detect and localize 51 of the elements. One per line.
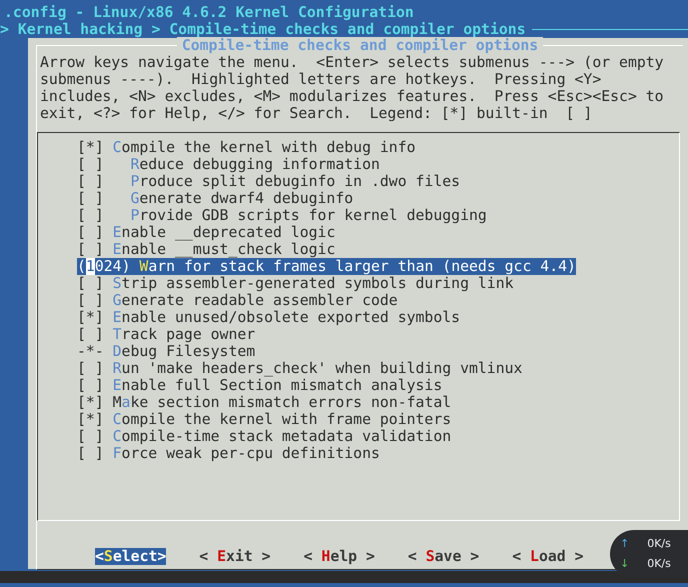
option-marker[interactable]: [ ] (77, 224, 104, 241)
upload-arrow-icon: ↑ (620, 534, 630, 554)
menu-item[interactable]: Enable full Section mismatch analysis (112, 377, 442, 394)
upload-speed: 0K/s (647, 536, 671, 552)
menu-button[interactable]: < Help > (304, 548, 375, 565)
menu-item[interactable]: Strip assembler-generated symbols during link (112, 275, 514, 292)
menu-button[interactable]: <Select> (95, 548, 166, 565)
option-marker[interactable]: [ ] (77, 360, 104, 377)
option-marker[interactable]: [ ] (77, 207, 104, 224)
breadcrumb: > Kernel hacking > Compile-time checks and compiler options (0, 21, 526, 38)
menu-item[interactable]: Compile-time stack metadata validation (112, 428, 452, 445)
menu-button[interactable]: < Save > (408, 548, 480, 565)
help-text: Arrow keys navigate the menu. <Enter> selects submenus ---> (or empty submenus ----). Highlighted letters are hotkeys. Pressing <Y> includes, <N> excludes, <M> modularizes features. Press <Esc><Esc> to exit, <?> for Help, </> for Search. Legend: [*] built-in [ ] (40, 54, 664, 122)
menu-button[interactable]: < Load > (512, 548, 584, 565)
option-marker[interactable]: [ ] (77, 377, 104, 394)
option-marker[interactable]: [ ] (77, 428, 104, 445)
menu-item[interactable]: Enable __deprecated logic (112, 224, 336, 241)
option-marker[interactable]: [ ] (77, 326, 104, 343)
option-marker[interactable]: [ ] (77, 275, 104, 292)
download-speed: 0K/s (647, 556, 671, 572)
window-title: .config - Linux/x86 4.6.2 Kernel Configuration (3, 3, 415, 21)
menu-item[interactable]: Force weak per-cpu definitions (112, 445, 380, 462)
option-marker[interactable]: [*] (77, 394, 104, 411)
menu-item[interactable]: Debug Filesystem (112, 343, 256, 360)
option-marker[interactable]: [ ] (77, 173, 104, 190)
option-marker[interactable]: [ ] (77, 190, 104, 207)
option-marker[interactable]: [ ] (77, 156, 104, 173)
menu-item[interactable]: Track page owner (112, 326, 256, 343)
option-marker[interactable]: [ ] (77, 445, 104, 462)
menu-item[interactable]: Compile the kernel with frame pointers (112, 411, 452, 428)
menu-item[interactable]: Warn for stack frames larger than (needs gcc 4.4) (139, 258, 576, 275)
option-marker[interactable]: [*] (77, 309, 104, 326)
menu-item[interactable]: Enable unused/obsolete exported symbols (112, 309, 460, 326)
option-marker[interactable]: [*] (77, 139, 104, 156)
option-marker[interactable]: [ ] (77, 241, 104, 258)
download-arrow-icon: ↓ (620, 554, 630, 574)
menu-item[interactable]: Reduce debugging information (130, 156, 380, 173)
option-marker[interactable]: -*- (77, 343, 104, 360)
menu-item[interactable]: P rovide GDB scripts for kernel debugging (130, 207, 487, 224)
menu-item[interactable]: Generate dwarf4 debuginfo (130, 190, 354, 207)
option-marker[interactable]: [ ] (77, 292, 104, 309)
dialog-title: Compile-time checks and compiler options (176, 37, 544, 54)
menu-item[interactable]: Make section mismatch errors non-fatal (112, 394, 452, 411)
menu-item[interactable]: Generate readable assembler code (112, 292, 398, 309)
menu-item-highlight[interactable]: (1024) Warn for stack frames larger than (needs gcc 4.4) (77, 258, 576, 275)
menu-item[interactable]: P roduce split debuginfo in .dwo files (130, 173, 460, 190)
option-marker[interactable]: [*] (77, 411, 104, 428)
menu-item[interactable]: Enable __must_check logic (112, 241, 336, 258)
menu-item[interactable]: Run 'make headers_check' when building vmlinux (112, 360, 522, 377)
menu-item[interactable]: Compile the kernel with debug info (112, 139, 416, 156)
menu-button[interactable]: < Exit > (199, 548, 271, 565)
